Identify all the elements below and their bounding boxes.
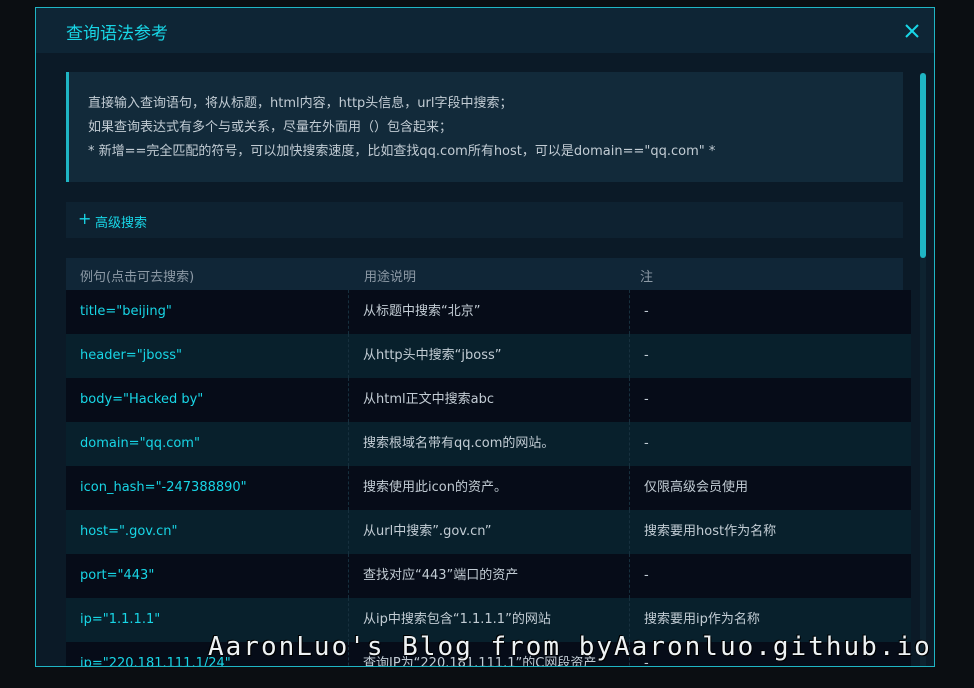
notice-line: * 新增==完全匹配的符号，可以加快搜索速度，比如查找qq.com所有host，… [88, 144, 716, 159]
note-cell: - [629, 334, 911, 378]
example-query-link[interactable]: icon_hash="-247388890" [66, 466, 348, 510]
description-cell: 从html正文中搜索abc [348, 378, 629, 422]
table-row: icon_hash="-247388890" 搜索使用此icon的资产。 仅限高… [66, 466, 911, 510]
table-row: title="beijing" 从标题中搜索“北京” - [66, 290, 911, 334]
vertical-scrollbar[interactable] [920, 73, 926, 666]
description-cell: 搜索使用此icon的资产。 [348, 466, 629, 510]
column-header-note: 注 [640, 270, 654, 285]
close-icon[interactable] [902, 21, 922, 41]
description-cell: 从url中搜索”.gov.cn” [348, 510, 629, 554]
plus-icon: + [78, 209, 92, 228]
note-cell: - [629, 422, 911, 466]
table-header: 例句(点击可去搜索) 用途说明 注 [66, 258, 903, 290]
scrollbar-thumb[interactable] [920, 73, 926, 258]
example-query-link[interactable]: body="Hacked by" [66, 378, 348, 422]
advanced-search-toggle[interactable]: + 高级搜索 [66, 202, 903, 238]
note-cell: - [629, 290, 911, 334]
modal-header: 查询语法参考 [36, 8, 934, 53]
notice-line: 直接输入查询语句，将从标题，html内容，http头信息，url字段中搜索； [88, 96, 513, 111]
modal-title: 查询语法参考 [66, 24, 168, 44]
note-cell: - [629, 378, 911, 422]
note-cell: 搜索要用host作为名称 [629, 510, 911, 554]
example-query-link[interactable]: port="443" [66, 554, 348, 598]
query-syntax-modal: 查询语法参考 直接输入查询语句，将从标题，html内容，http头信息，url字… [35, 7, 935, 667]
table-row: body="Hacked by" 从html正文中搜索abc - [66, 378, 911, 422]
example-query-link[interactable]: header="jboss" [66, 334, 348, 378]
column-header-example: 例句(点击可去搜索) [80, 270, 195, 285]
table-row: host=".gov.cn" 从url中搜索”.gov.cn” 搜索要用host… [66, 510, 911, 554]
description-cell: 从http头中搜索“jboss” [348, 334, 629, 378]
table-row: header="jboss" 从http头中搜索“jboss” - [66, 334, 911, 378]
column-header-description: 用途说明 [364, 270, 417, 285]
description-cell: 从标题中搜索“北京” [348, 290, 629, 334]
description-cell: 搜索根域名带有qq.com的网站。 [348, 422, 629, 466]
syntax-notice: 直接输入查询语句，将从标题，html内容，http头信息，url字段中搜索； 如… [66, 72, 903, 182]
table-row: domain="qq.com" 搜索根域名带有qq.com的网站。 - [66, 422, 911, 466]
example-query-link[interactable]: title="beijing" [66, 290, 348, 334]
example-query-link[interactable]: host=".gov.cn" [66, 510, 348, 554]
note-cell: 仅限高级会员使用 [629, 466, 911, 510]
syntax-table: 例句(点击可去搜索) 用途说明 注 title="beijing" 从标题中搜索… [66, 258, 911, 666]
example-query-link[interactable]: domain="qq.com" [66, 422, 348, 466]
blog-watermark: AaronLuo's Blog from byAaronluo.github.i… [208, 632, 932, 662]
advanced-search-label: 高级搜索 [95, 216, 148, 231]
note-cell: - [629, 554, 911, 598]
description-cell: 查找对应“443”端口的资产 [348, 554, 629, 598]
notice-line: 如果查询表达式有多个与或关系，尽量在外面用（）包含起来； [88, 120, 453, 135]
table-row: port="443" 查找对应“443”端口的资产 - [66, 554, 911, 598]
modal-body: 直接输入查询语句，将从标题，html内容，http头信息，url字段中搜索； 如… [36, 53, 934, 666]
